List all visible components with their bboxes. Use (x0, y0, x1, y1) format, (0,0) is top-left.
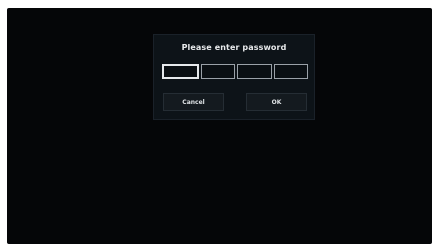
pin-digit-4[interactable] (273, 64, 308, 79)
password-dialog: Please enter password Cancel OK (153, 34, 315, 120)
pin-digit-3[interactable] (237, 64, 272, 79)
pin-digit-2[interactable] (200, 64, 235, 79)
dialog-title: Please enter password (181, 43, 287, 52)
tv-screen: Please enter password Cancel OK (7, 8, 432, 244)
cancel-button[interactable]: Cancel (163, 93, 224, 111)
ok-button[interactable]: OK (246, 93, 307, 111)
pin-digit-1[interactable] (162, 64, 199, 79)
dialog-buttons: Cancel OK (163, 93, 307, 111)
password-input[interactable] (162, 64, 308, 79)
